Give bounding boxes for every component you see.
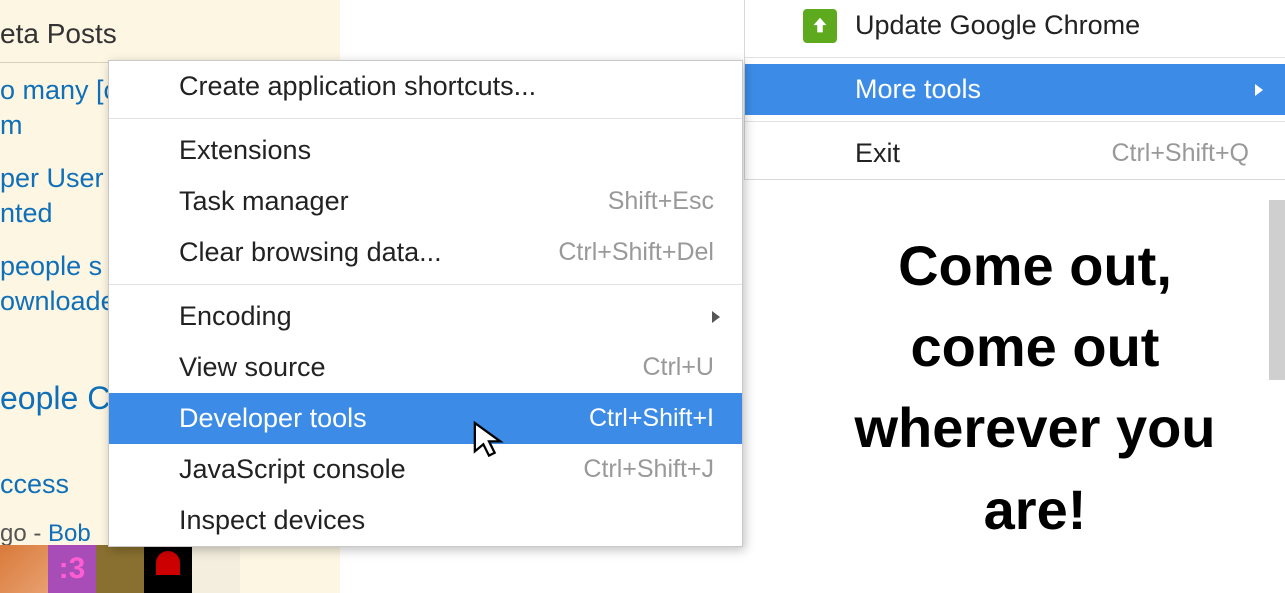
recent-user[interactable]: Bob xyxy=(48,520,91,547)
avatar[interactable] xyxy=(144,545,192,593)
menu-shortcut: Shift+Esc xyxy=(608,187,714,216)
menu-shortcut: Ctrl+U xyxy=(642,353,714,382)
menu-label: Update Google Chrome xyxy=(855,10,1140,41)
menu-item-update-chrome[interactable]: Update Google Chrome xyxy=(745,0,1285,51)
avatar[interactable] xyxy=(192,545,240,593)
menu-item-view-source[interactable]: View source Ctrl+U xyxy=(109,342,742,393)
menu-item-javascript-console[interactable]: JavaScript console Ctrl+Shift+J xyxy=(109,444,742,495)
menu-label: Encoding xyxy=(179,301,292,332)
menu-shortcut: Ctrl+Shift+I xyxy=(589,404,714,433)
recent-label: ccess xyxy=(0,469,69,499)
menu-label: Inspect devices xyxy=(179,505,365,536)
menu-item-create-shortcuts[interactable]: Create application shortcuts... xyxy=(109,61,742,112)
sidebar-heading: eta Posts xyxy=(0,18,340,63)
scrollbar-thumb[interactable] xyxy=(1269,200,1285,380)
menu-item-task-manager[interactable]: Task manager Shift+Esc xyxy=(109,176,742,227)
menu-label: Exit xyxy=(855,138,900,169)
menu-label: Clear browsing data... xyxy=(179,237,442,268)
menu-label: View source xyxy=(179,352,326,383)
menu-label: Task manager xyxy=(179,186,349,217)
menu-shortcut: Ctrl+Shift+Q xyxy=(1111,139,1249,168)
menu-separator xyxy=(745,121,1285,122)
menu-item-more-tools[interactable]: More tools xyxy=(745,64,1285,115)
menu-item-inspect-devices[interactable]: Inspect devices xyxy=(109,495,742,546)
recent-time: go - xyxy=(0,520,48,547)
chevron-right-icon xyxy=(712,311,720,323)
menu-separator xyxy=(109,284,742,285)
update-icon xyxy=(803,9,837,43)
chrome-main-menu: Update Google Chrome More tools Exit Ctr… xyxy=(744,0,1285,180)
menu-item-clear-browsing-data[interactable]: Clear browsing data... Ctrl+Shift+Del xyxy=(109,227,742,278)
chevron-right-icon xyxy=(1255,84,1263,96)
menu-label: JavaScript console xyxy=(179,454,406,485)
menu-label: Extensions xyxy=(179,135,311,166)
menu-item-extensions[interactable]: Extensions xyxy=(109,125,742,176)
avatar-strip: :3 xyxy=(0,545,240,593)
menu-separator xyxy=(745,57,1285,58)
avatar[interactable] xyxy=(96,545,144,593)
menu-shortcut: Ctrl+Shift+J xyxy=(583,455,714,484)
avatar[interactable]: :3 xyxy=(48,545,96,593)
menu-item-exit[interactable]: Exit Ctrl+Shift+Q xyxy=(745,128,1285,179)
avatar[interactable] xyxy=(0,545,48,593)
menu-item-developer-tools[interactable]: Developer tools Ctrl+Shift+I xyxy=(109,393,742,444)
menu-label: Create application shortcuts... xyxy=(179,71,536,102)
menu-label: More tools xyxy=(855,74,981,105)
menu-label: Developer tools xyxy=(179,403,367,434)
more-tools-submenu: Create application shortcuts... Extensio… xyxy=(108,60,743,547)
menu-separator xyxy=(109,118,742,119)
menu-item-encoding[interactable]: Encoding xyxy=(109,291,742,342)
annotation-text: Come out, come out wherever you are! xyxy=(820,225,1250,550)
menu-shortcut: Ctrl+Shift+Del xyxy=(558,238,714,267)
